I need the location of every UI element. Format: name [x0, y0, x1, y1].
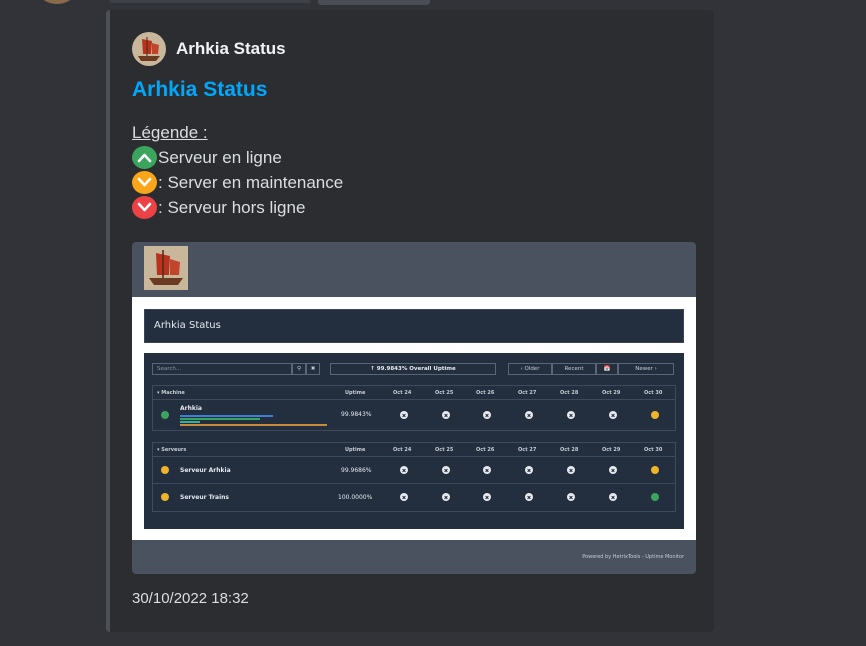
- resource-bar: [180, 418, 260, 420]
- embed-image[interactable]: Arhkia Status Search... ⚲ ✖ ↑ 99.9843% O…: [132, 242, 696, 574]
- monitor-name[interactable]: Serveur Arhkia: [180, 467, 231, 474]
- status-page-title: Arhkia Status: [154, 320, 221, 331]
- table-header: ▾ Serveurs Uptime Oct 24 Oct 25 Oct 26 O…: [153, 443, 675, 457]
- clear-icon[interactable]: ✖: [306, 363, 320, 375]
- day-header: Oct 27: [518, 390, 537, 396]
- legend-title: Légende :: [132, 123, 208, 142]
- day-header: Oct 27: [518, 447, 537, 453]
- embed-title-link[interactable]: Arhkia Status: [132, 78, 267, 102]
- day-status-icon[interactable]: [609, 466, 617, 474]
- older-button[interactable]: ‹ Older: [508, 363, 552, 375]
- embed-author: Arhkia Status: [132, 32, 286, 66]
- day-status-icon[interactable]: [483, 411, 491, 419]
- day-header: Oct 25: [435, 447, 454, 453]
- uptime-value: 99.9686%: [341, 467, 372, 474]
- search-icon[interactable]: ⚲: [292, 363, 306, 375]
- day-header: Oct 30: [644, 447, 663, 453]
- legend-maintenance: : Server en maintenance: [132, 170, 343, 195]
- previous-message-pill: [318, 0, 430, 5]
- day-header: Oct 25: [435, 390, 454, 396]
- previous-message-avatar[interactable]: [40, 0, 74, 4]
- day-warning-icon[interactable]: [651, 466, 659, 474]
- day-status-icon[interactable]: [567, 411, 575, 419]
- uptime-value: 100.0000%: [338, 494, 373, 501]
- uptime-value: 99.9843%: [341, 411, 372, 418]
- uptime-header: Uptime: [345, 447, 366, 453]
- day-status-icon[interactable]: [483, 466, 491, 474]
- day-header: Oct 26: [476, 390, 495, 396]
- day-header: Oct 28: [560, 390, 579, 396]
- day-header: Oct 28: [560, 447, 579, 453]
- uptime-header: Uptime: [345, 390, 366, 396]
- servers-table: ▾ Serveurs Uptime Oct 24 Oct 25 Oct 26 O…: [152, 442, 676, 512]
- monitor-name[interactable]: Arhkia: [180, 405, 202, 412]
- day-header: Oct 29: [602, 447, 621, 453]
- legend-offline-label: : Serveur hors ligne: [158, 198, 306, 217]
- table-row[interactable]: Serveur Trains 100.0000%: [153, 484, 675, 511]
- legend-maintenance-label: : Server en maintenance: [158, 173, 344, 192]
- legend-online-label: Serveur en ligne: [158, 148, 282, 167]
- monitor-name[interactable]: Serveur Trains: [180, 494, 229, 501]
- calendar-icon[interactable]: 📅: [596, 363, 618, 375]
- day-status-icon[interactable]: [609, 411, 617, 419]
- day-status-icon[interactable]: [525, 466, 533, 474]
- group-name[interactable]: ▾ Machine: [157, 390, 185, 396]
- day-header: Oct 26: [476, 447, 495, 453]
- day-header: Oct 29: [602, 390, 621, 396]
- newer-button[interactable]: Newer ›: [618, 363, 674, 375]
- day-status-icon[interactable]: [609, 493, 617, 501]
- status-maintenance-icon: [161, 493, 169, 501]
- chevron-down-icon: [132, 171, 157, 194]
- author-avatar[interactable]: [132, 32, 166, 66]
- overall-uptime: ↑ 99.9843% Overall Uptime: [330, 363, 496, 375]
- recent-button[interactable]: Recent: [552, 363, 596, 375]
- day-status-icon[interactable]: [567, 493, 575, 501]
- previous-message-content: [110, 0, 310, 3]
- chevron-down-icon: [132, 196, 157, 219]
- status-page: Arhkia Status Search... ⚲ ✖ ↑ 99.9843% O…: [132, 297, 696, 540]
- day-status-icon[interactable]: [483, 493, 491, 501]
- status-page-header: Arhkia Status: [144, 309, 684, 343]
- author-name[interactable]: Arhkia Status: [176, 39, 286, 59]
- machine-table: ▾ Machine Uptime Oct 24 Oct 25 Oct 26 Oc…: [152, 385, 676, 431]
- resource-bar: [180, 421, 200, 423]
- embed-timestamp: 30/10/2022 18:32: [132, 590, 249, 607]
- chevron-up-icon: [132, 146, 157, 169]
- status-maintenance-icon: [161, 466, 169, 474]
- ship-logo-image: [144, 246, 188, 290]
- uptime-panel: Search... ⚲ ✖ ↑ 99.9843% Overall Uptime …: [144, 353, 684, 529]
- powered-by-footer: Powered by HetrixTools - Uptime Monitor: [582, 554, 684, 560]
- day-up-icon[interactable]: [651, 493, 659, 501]
- embed-description: Légende : Serveur en ligne : Server en m…: [132, 120, 343, 220]
- day-warning-icon[interactable]: [651, 411, 659, 419]
- legend-online: Serveur en ligne: [132, 145, 343, 170]
- day-status-icon[interactable]: [400, 466, 408, 474]
- resource-bar: [180, 415, 273, 417]
- day-header: Oct 24: [393, 447, 412, 453]
- ship-icon: [138, 37, 160, 61]
- table-row[interactable]: Serveur Arhkia 99.9686%: [153, 457, 675, 484]
- day-status-icon[interactable]: [400, 493, 408, 501]
- day-header: Oct 30: [644, 390, 663, 396]
- day-status-icon[interactable]: [525, 411, 533, 419]
- day-status-icon[interactable]: [567, 466, 575, 474]
- status-up-icon: [161, 411, 169, 419]
- status-embed: Arhkia Status Arhkia Status Légende : Se…: [106, 10, 714, 632]
- table-header: ▾ Machine Uptime Oct 24 Oct 25 Oct 26 Oc…: [153, 386, 675, 400]
- table-row[interactable]: Arhkia 99.9843%: [153, 400, 675, 430]
- group-name[interactable]: ▾ Serveurs: [157, 447, 186, 453]
- legend-offline: : Serveur hors ligne: [132, 195, 343, 220]
- day-status-icon[interactable]: [525, 493, 533, 501]
- day-status-icon[interactable]: [442, 466, 450, 474]
- resource-bar: [180, 424, 327, 426]
- search-input[interactable]: Search...: [152, 363, 292, 375]
- day-status-icon[interactable]: [442, 493, 450, 501]
- day-status-icon[interactable]: [400, 411, 408, 419]
- day-status-icon[interactable]: [442, 411, 450, 419]
- day-header: Oct 24: [393, 390, 412, 396]
